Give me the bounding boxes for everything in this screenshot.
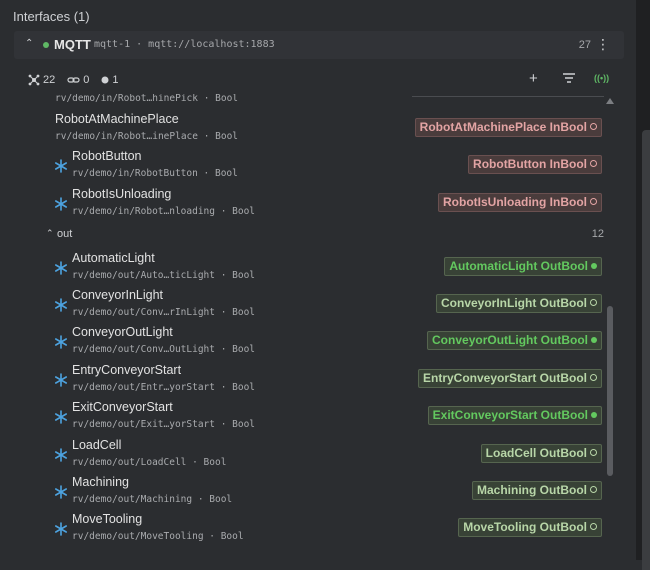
interface-subtitle: mqtt-1 · mqtt://localhost:1883 [94, 39, 275, 50]
interface-name: MQTT [54, 37, 91, 52]
signal-name: ConveyorInLight [72, 288, 164, 302]
signal-path: rv/demo/out/LoadCell · Bool [72, 457, 227, 468]
list-item[interactable]: RobotIsUnloading rv/demo/in/Robot…nloadi… [0, 185, 612, 222]
list-item[interactable]: EntryConveyorStart rv/demo/out/Entr…yorS… [0, 361, 612, 398]
snowflake-icon [55, 197, 67, 211]
signal-path: rv/demo/in/RobotButton · Bool [72, 168, 238, 179]
dot-count: 1 [101, 74, 119, 86]
signal-path: rv/demo/out/Conv…rInLight · Bool [72, 307, 256, 318]
inactive-dot-icon [590, 523, 597, 530]
snowflake-icon [55, 522, 67, 536]
broadcast-icon[interactable]: ((•)) [594, 73, 609, 83]
snowflake-icon [55, 159, 67, 173]
signal-tag[interactable]: RobotIsUnloading InBool [438, 193, 602, 212]
signal-tag[interactable]: Machining OutBool [472, 481, 602, 500]
signal-name: RobotAtMachinePlace [55, 112, 179, 126]
interface-stats: 22 0 1 [28, 72, 131, 88]
group-count: 12 [591, 228, 604, 240]
vertical-scrollbar[interactable] [607, 306, 613, 476]
list-item[interactable]: RobotButton rv/demo/in/RobotButton · Boo… [0, 147, 612, 184]
signal-tag[interactable]: AutomaticLight OutBool [444, 257, 602, 276]
link-icon [67, 77, 80, 83]
node-count: 22 [28, 74, 55, 86]
signal-tag[interactable]: ConveyorOutLight OutBool [427, 331, 602, 350]
nodes-icon [28, 74, 40, 86]
group-header-out[interactable]: ⌃ out 12 [0, 226, 612, 246]
list-item[interactable]: LoadCell rv/demo/out/LoadCell · Bool Loa… [0, 436, 612, 473]
active-dot-icon [591, 412, 597, 418]
active-dot-icon [591, 263, 597, 269]
status-dot-icon [43, 42, 49, 48]
signal-path: rv/demo/in/Robot…hinePick · Bool [55, 94, 239, 104]
signal-tag[interactable]: RobotAtMachinePlace InBool [414, 118, 602, 137]
list-item[interactable]: RobotAtMachinePlace rv/demo/in/Robot…ine… [0, 110, 612, 147]
inactive-dot-icon [590, 486, 597, 493]
side-gutter [636, 0, 650, 570]
link-count: 0 [67, 74, 89, 86]
collapse-chevron-icon[interactable]: ⌃ [25, 38, 33, 49]
signal-tag[interactable]: LoadCell OutBool [480, 444, 602, 463]
interface-header[interactable]: ⌃ MQTT mqtt-1 · mqtt://localhost:1883 27… [14, 31, 624, 59]
list-item[interactable]: ExitConveyorStart rv/demo/out/Exit…yorSt… [0, 398, 612, 435]
signal-path: rv/demo/out/Conv…OutLight · Bool [72, 344, 256, 355]
add-icon[interactable]: + [529, 70, 538, 87]
list-item[interactable]: MoveTooling rv/demo/out/MoveTooling · Bo… [0, 510, 612, 547]
side-panel-edge [642, 130, 650, 570]
snowflake-icon [55, 261, 67, 275]
inactive-dot-icon [590, 160, 597, 167]
signal-name: AutomaticLight [72, 251, 155, 265]
signal-name: ConveyorOutLight [72, 325, 173, 339]
snowflake-icon [55, 335, 67, 349]
signal-name: Machining [72, 475, 129, 489]
signal-path: rv/demo/in/Robot…inePlace · Bool [55, 131, 239, 142]
interface-count: 27 [578, 39, 591, 51]
signal-tag[interactable]: ExitConveyorStart OutBool [427, 406, 602, 425]
signal-tag[interactable]: RobotButton InBool [468, 155, 602, 174]
list-item[interactable]: ConveyorOutLight rv/demo/out/Conv…OutLig… [0, 323, 612, 360]
signal-tag[interactable]: EntryConveyorStart OutBool [417, 369, 602, 388]
list-item[interactable]: AutomaticLight rv/demo/out/Auto…ticLight… [0, 249, 612, 286]
inactive-dot-icon [590, 374, 597, 381]
signal-path: rv/demo/in/Robot…nloading · Bool [72, 206, 256, 217]
dot-icon [101, 76, 109, 84]
signal-tag[interactable]: MoveTooling OutBool [458, 518, 602, 537]
inactive-dot-icon [590, 449, 597, 456]
filter-icon[interactable] [562, 72, 576, 87]
signal-path: rv/demo/out/Auto…ticLight · Bool [72, 270, 256, 281]
list-item[interactable]: rv/demo/in/Robot…hinePick · Bool [0, 94, 612, 109]
panel-title: Interfaces (1) [13, 9, 90, 24]
signal-path: rv/demo/out/Machining · Bool [72, 494, 233, 505]
list-item[interactable]: ConveyorInLight rv/demo/out/Conv…rInLigh… [0, 286, 612, 323]
signal-tag[interactable]: ConveyorInLight OutBool [436, 294, 602, 313]
active-dot-icon [591, 337, 597, 343]
snowflake-icon [55, 298, 67, 312]
inactive-dot-icon [590, 198, 597, 205]
signal-name: EntryConveyorStart [72, 363, 182, 377]
group-name: out [57, 228, 73, 240]
signal-path: rv/demo/out/Entr…yorStart · Bool [72, 382, 256, 393]
signal-path: rv/demo/out/Exit…yorStart · Bool [72, 419, 256, 430]
interfaces-panel: Interfaces (1) ⌃ MQTT mqtt-1 · mqtt://lo… [0, 0, 636, 560]
signal-path: rv/demo/out/MoveTooling · Bool [72, 531, 244, 542]
signal-name: ExitConveyorStart [72, 400, 173, 414]
snowflake-icon [55, 485, 67, 499]
inactive-dot-icon [590, 123, 597, 130]
signal-name: LoadCell [72, 438, 122, 452]
snowflake-icon [55, 410, 67, 424]
snowflake-icon [55, 448, 67, 462]
signal-name: RobotIsUnloading [72, 187, 172, 201]
list-item[interactable]: Machining rv/demo/out/Machining · Bool M… [0, 473, 612, 510]
more-menu-icon[interactable]: ⋮ [596, 36, 610, 53]
inactive-dot-icon [590, 299, 597, 306]
snowflake-icon [55, 373, 67, 387]
collapse-chevron-icon[interactable]: ⌃ [46, 228, 54, 239]
signal-name: RobotButton [72, 149, 142, 163]
signal-list: rv/demo/in/Robot…hinePick · Bool RobotAt… [0, 94, 612, 560]
signal-name: MoveTooling [72, 512, 143, 526]
